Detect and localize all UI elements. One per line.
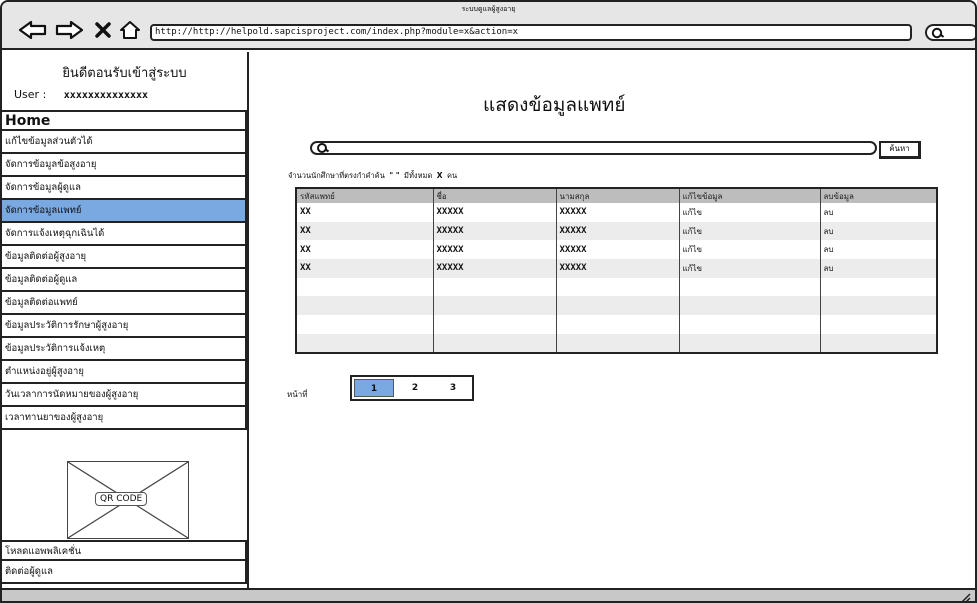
cell-doctor-id: XX — [296, 203, 434, 222]
user-label: User : — [14, 88, 47, 101]
search-input[interactable] — [310, 141, 877, 155]
edit-link[interactable]: แก้ไข — [679, 203, 821, 222]
cell-last-name: XXXXX — [556, 240, 680, 260]
table-row: XX XXXXX XXXXX แก้ไข ลบ — [296, 203, 938, 222]
delete-link[interactable]: ลบ — [820, 221, 938, 241]
status-bar — [2, 588, 975, 603]
table-row-empty — [296, 277, 938, 297]
user-info: User : xxxxxxxxxxxxxx — [14, 88, 148, 101]
edit-link[interactable]: แก้ไข — [679, 240, 821, 260]
close-icon[interactable] — [93, 19, 113, 41]
sidebar-item-manage-elderly[interactable]: จัดการข้อมูลข้อสูงอายุ — [2, 154, 247, 177]
sidebar-bottom-menu: โหลดแอพพลิเคชั่น ติดต่อผู้ดูแล — [2, 540, 247, 584]
col-first-name: ชื่อ — [433, 188, 557, 203]
count-middle: มีทั้งหมด — [404, 171, 433, 180]
sidebar-item-incident-history[interactable]: ข้อมูลประวัติการแจ้งเหตุ — [2, 338, 247, 361]
cell-last-name: XXXXX — [556, 221, 680, 241]
edit-link[interactable]: แก้ไข — [679, 259, 821, 278]
sidebar-item-medication-time[interactable]: เวลาทานยาของผู้สูงอายุ — [2, 407, 247, 430]
sidebar-item-appointments[interactable]: วันเวลาการนัดหมายของผู้สูงอายุ — [2, 384, 247, 407]
sidebar-item-manage-doctors[interactable]: จัดการข้อมูลแพทย์ — [2, 200, 247, 223]
pagination-label: หน้าที่ — [287, 390, 308, 399]
table-row: XX XXXXX XXXXX แก้ไข ลบ — [296, 240, 938, 260]
cell-doctor-id: XX — [296, 240, 434, 260]
page-title: แสดงข้อมูลแพทย์ — [483, 94, 626, 116]
pagination: 1 2 3 — [350, 375, 474, 401]
sidebar-item-contact-caregiver[interactable]: ติดต่อผู้ดูแล — [2, 561, 247, 584]
browser-search-field[interactable] — [925, 24, 975, 41]
qr-code-label: QR CODE — [95, 492, 148, 506]
count-prefix: จำนวนนักศึกษาที่ตรงกำคำค้น — [288, 171, 385, 180]
forward-arrow-icon[interactable] — [54, 19, 84, 41]
welcome-text: ยินดีตอนรับเข้าสู่ระบบ — [62, 66, 187, 81]
col-delete: ลบข้อมูล — [820, 188, 938, 203]
cell-first-name: XXXXX — [433, 259, 557, 278]
sidebar-item-caregiver-contact[interactable]: ข้อมูลติดต่อผู้ดูแล — [2, 269, 247, 292]
sidebar-item-emergency[interactable]: จัดการแจ้งเหตุฉุกเฉินได้ — [2, 223, 247, 246]
table-row-empty — [296, 296, 938, 316]
resize-grip-icon[interactable] — [959, 592, 971, 603]
browser-toolbar: ระบบดูแลผู้สูงอายุ http://http://helpold… — [2, 2, 975, 50]
search-icon — [317, 143, 330, 153]
cell-doctor-id: XX — [296, 259, 434, 278]
sidebar: ยินดีตอนรับเข้าสู่ระบบ User : xxxxxxxxxx… — [2, 52, 249, 588]
delete-link[interactable]: ลบ — [820, 259, 938, 278]
qr-code-placeholder: QR CODE — [67, 461, 189, 539]
table-row-empty — [296, 315, 938, 334]
cell-doctor-id: XX — [296, 221, 434, 241]
col-last-name: นามสกุล — [556, 188, 680, 203]
page-button-3[interactable]: 3 — [434, 377, 472, 399]
sidebar-item-download-app[interactable]: โหลดแอพพลิเคชั่น — [2, 540, 247, 561]
cell-first-name: XXXXX — [433, 203, 557, 222]
edit-link[interactable]: แก้ไข — [679, 221, 821, 241]
sidebar-menu: Home แก้ไขข้อมูลส่วนตัวได้ จัดการข้อมูลข… — [2, 110, 247, 430]
window-title: ระบบดูแลผู้สูงอายุ — [461, 5, 516, 13]
cell-last-name: XXXXX — [556, 259, 680, 278]
delete-link[interactable]: ลบ — [820, 203, 938, 222]
table-header-row: รหัสแพทย์ ชื่อ นามสกุล แก้ไขข้อมูล ลบข้อ… — [296, 188, 938, 203]
doctor-table: รหัสแพทย์ ชื่อ นามสกุล แก้ไขข้อมูล ลบข้อ… — [295, 187, 938, 354]
sidebar-item-doctor-contact[interactable]: ข้อมูลติดต่อแพทย์ — [2, 292, 247, 315]
url-bar[interactable]: http://http://helpold.sapcisproject.com/… — [150, 24, 912, 41]
search-icon — [931, 27, 945, 39]
count-query: " " — [389, 171, 400, 180]
table-row: XX XXXXX XXXXX แก้ไข ลบ — [296, 259, 938, 278]
sidebar-item-elderly-location[interactable]: ตำแหน่งอยู่ผู้สูงอายุ — [2, 361, 247, 384]
delete-link[interactable]: ลบ — [820, 240, 938, 260]
count-suffix: คน — [446, 171, 458, 180]
sidebar-item-treatment-history[interactable]: ข้อมูลประวัติการรักษาผู้สูงอายุ — [2, 315, 247, 338]
home-icon[interactable] — [118, 19, 142, 41]
table-row: XX XXXXX XXXXX แก้ไข ลบ — [296, 221, 938, 241]
browser-window: ระบบดูแลผู้สูงอายุ http://http://helpold… — [0, 0, 977, 603]
user-value: xxxxxxxxxxxxxx — [63, 90, 149, 101]
cell-first-name: XXXXX — [433, 221, 557, 241]
col-edit: แก้ไขข้อมูล — [679, 188, 821, 203]
col-doctor-id: รหัสแพทย์ — [296, 188, 434, 203]
page-button-2[interactable]: 2 — [396, 377, 434, 399]
search-button[interactable]: ค้นหา — [879, 141, 921, 159]
cell-last-name: XXXXX — [556, 203, 680, 222]
main-content: แสดงข้อมูลแพทย์ ค้นหา จำนวนนักศึกษาที่ตร… — [251, 52, 975, 588]
table-row-empty — [296, 333, 938, 353]
back-arrow-icon[interactable] — [18, 19, 48, 41]
result-count: จำนวนนักศึกษาที่ตรงกำคำค้น " " มีทั้งหมด… — [288, 170, 457, 182]
page-button-1[interactable]: 1 — [354, 379, 394, 397]
sidebar-item-edit-profile[interactable]: แก้ไขข้อมูลส่วนตัวได้ — [2, 131, 247, 154]
cell-first-name: XXXXX — [433, 240, 557, 260]
sidebar-item-home[interactable]: Home — [2, 110, 247, 131]
sidebar-item-elderly-contact[interactable]: ข้อมูลติดต่อผู้สูงอายุ — [2, 246, 247, 269]
count-value: X — [436, 171, 443, 180]
sidebar-item-manage-caregivers[interactable]: จัดการข้อมูลผู้ดูแล — [2, 177, 247, 200]
